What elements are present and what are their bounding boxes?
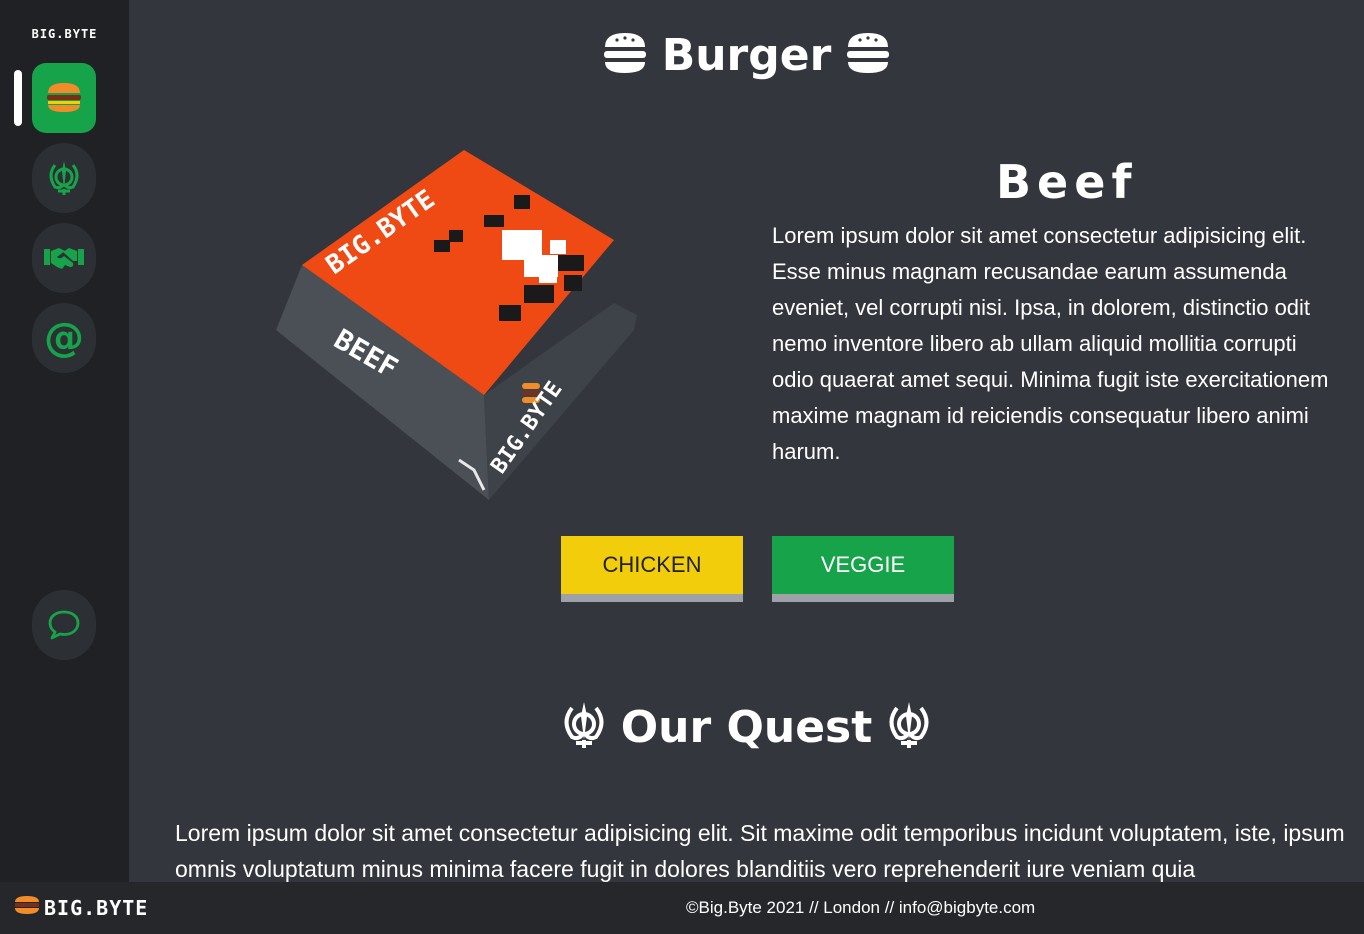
chicken-button[interactable]: CHICKEN (561, 536, 743, 602)
footer-logo-text: BIG.BYTE (44, 895, 149, 920)
sidebar: BIG.BYTE @ (0, 0, 129, 882)
khanda-icon (561, 700, 607, 755)
sidebar-logo[interactable]: BIG.BYTE (0, 27, 129, 41)
burger-icon (845, 31, 891, 80)
burger-section-heading: Burger (129, 30, 1364, 81)
product-description: Lorem ipsum dolor sit amet consectetur a… (772, 223, 1329, 464)
khanda-icon (886, 700, 932, 755)
burger-icon (14, 895, 40, 920)
chat-bubble-icon (47, 609, 81, 641)
burger-icon (602, 31, 648, 80)
nav-burger-button[interactable] (32, 63, 96, 133)
nav-contact-button[interactable]: @ (32, 303, 96, 373)
product-image: BIG.BYTE BEEF BIG.BYTE (274, 145, 644, 505)
burger-section-title: Burger (661, 30, 832, 81)
veggie-button[interactable]: VEGGIE (772, 536, 954, 602)
nav-partners-button[interactable] (32, 223, 96, 293)
khanda-icon (46, 159, 82, 197)
footer-info: ©Big.Byte 2021 // London // info@bigbyte… (686, 898, 1036, 917)
active-indicator (14, 70, 22, 126)
footer-logo[interactable]: BIG.BYTE (14, 895, 148, 920)
quest-section-title: Our Quest (620, 702, 873, 753)
footer: BIG.BYTE ©Big.Byte 2021 // London // inf… (0, 882, 1364, 934)
at-icon: @ (44, 315, 84, 361)
burger-icon (44, 81, 84, 115)
quest-section-heading: Our Quest (129, 700, 1364, 755)
main-content: Burger BIG.BYTE BEEF BIG.BYTE Beef Lorem… (129, 0, 1364, 882)
handshake-icon (43, 243, 85, 273)
product-name: Beef (996, 155, 1138, 209)
quest-description: Lorem ipsum dolor sit amet consectetur a… (175, 820, 1345, 882)
chat-button[interactable] (32, 590, 96, 660)
nav-quest-button[interactable] (32, 143, 96, 213)
